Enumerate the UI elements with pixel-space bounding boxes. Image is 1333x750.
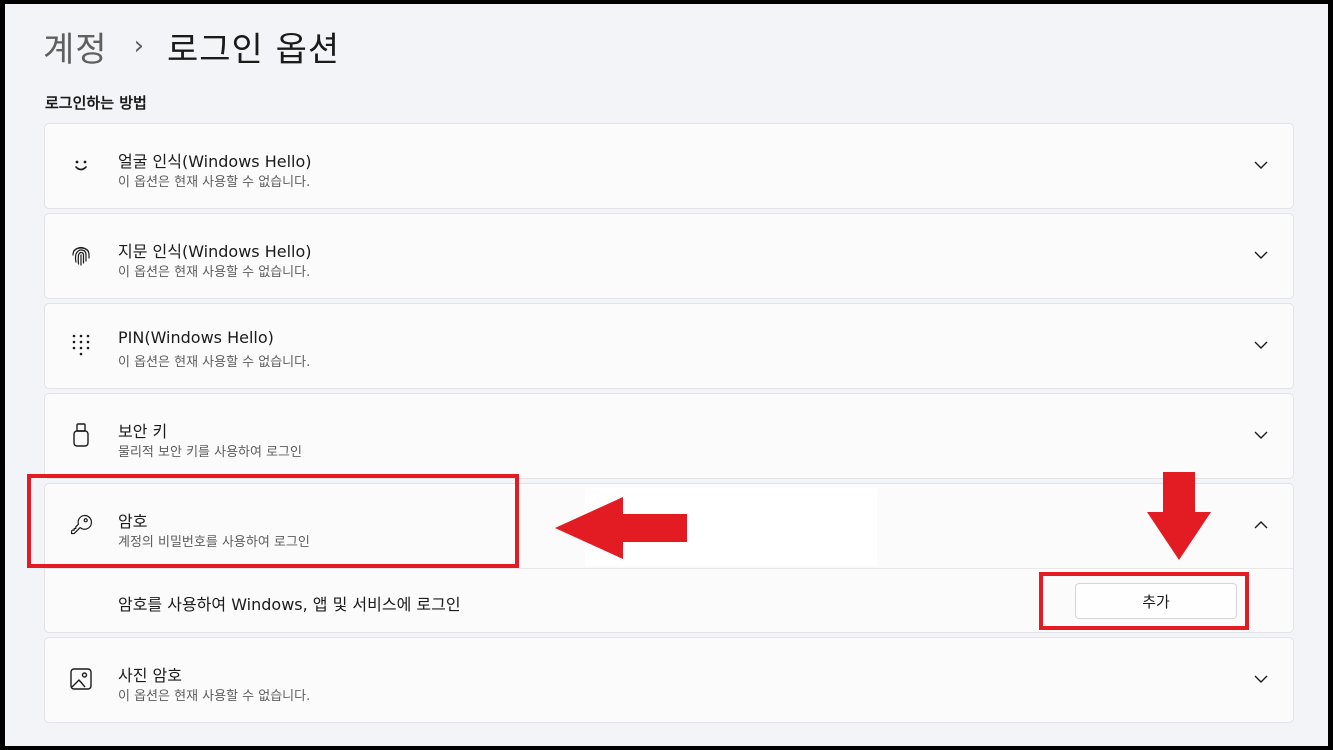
option-description: 이 옵션은 현재 사용할 수 없습니다.: [118, 689, 311, 704]
option-title: 얼굴 인식(Windows Hello): [118, 152, 312, 171]
page-title: 로그인 옵션: [166, 29, 341, 70]
annotation-highlight-add-button: [1039, 572, 1249, 630]
breadcrumb-separator-icon: ›: [133, 31, 145, 61]
annotation-highlight-password: [27, 474, 519, 568]
section-label: 로그인하는 방법: [45, 94, 147, 112]
option-pin[interactable]: PIN(Windows Hello) 이 옵션은 현재 사용할 수 없습니다.: [44, 303, 1294, 389]
annotation-arrow-down-icon: [1147, 472, 1211, 560]
option-description: 물리적 보안 키를 사용하여 로그인: [118, 445, 302, 460]
breadcrumb-parent[interactable]: 계정: [43, 22, 108, 71]
option-description: 이 옵션은 현재 사용할 수 없습니다.: [118, 175, 311, 190]
option-face-recognition[interactable]: 얼굴 인식(Windows Hello) 이 옵션은 현재 사용할 수 없습니다…: [44, 123, 1294, 209]
breadcrumb: 계정 › 로그인 옵션: [43, 22, 340, 70]
settings-window: 계정 › 로그인 옵션 로그인하는 방법 얼굴 인식(Windows Hello…: [5, 4, 1328, 746]
option-security-key[interactable]: 보안 키 물리적 보안 키를 사용하여 로그인: [44, 393, 1294, 479]
usb-key-icon: [69, 420, 93, 450]
chevron-down-icon[interactable]: [1251, 669, 1271, 689]
picture-icon: [69, 664, 93, 694]
option-title: 보안 키: [118, 422, 168, 441]
option-description: 이 옵션은 현재 사용할 수 없습니다.: [118, 265, 311, 280]
password-panel-text: 암호를 사용하여 Windows, 앱 및 서비스에 로그인: [118, 595, 461, 614]
annotation-arrow-left-icon: [555, 497, 687, 559]
option-fingerprint[interactable]: 지문 인식(Windows Hello) 이 옵션은 현재 사용할 수 없습니다…: [44, 213, 1294, 299]
option-title: 사진 암호: [118, 666, 182, 685]
fingerprint-icon: [69, 240, 93, 270]
option-description: 이 옵션은 현재 사용할 수 없습니다.: [118, 355, 311, 370]
option-title: PIN(Windows Hello): [118, 328, 274, 347]
chevron-up-icon[interactable]: [1251, 515, 1271, 535]
option-title: 지문 인식(Windows Hello): [118, 242, 312, 261]
option-picture-password[interactable]: 사진 암호 이 옵션은 현재 사용할 수 없습니다.: [44, 637, 1294, 723]
chevron-down-icon[interactable]: [1251, 245, 1271, 265]
pin-keypad-icon: [69, 330, 93, 360]
face-icon: [69, 150, 93, 180]
chevron-down-icon[interactable]: [1251, 155, 1271, 175]
chevron-down-icon[interactable]: [1251, 425, 1271, 445]
chevron-down-icon[interactable]: [1251, 335, 1271, 355]
